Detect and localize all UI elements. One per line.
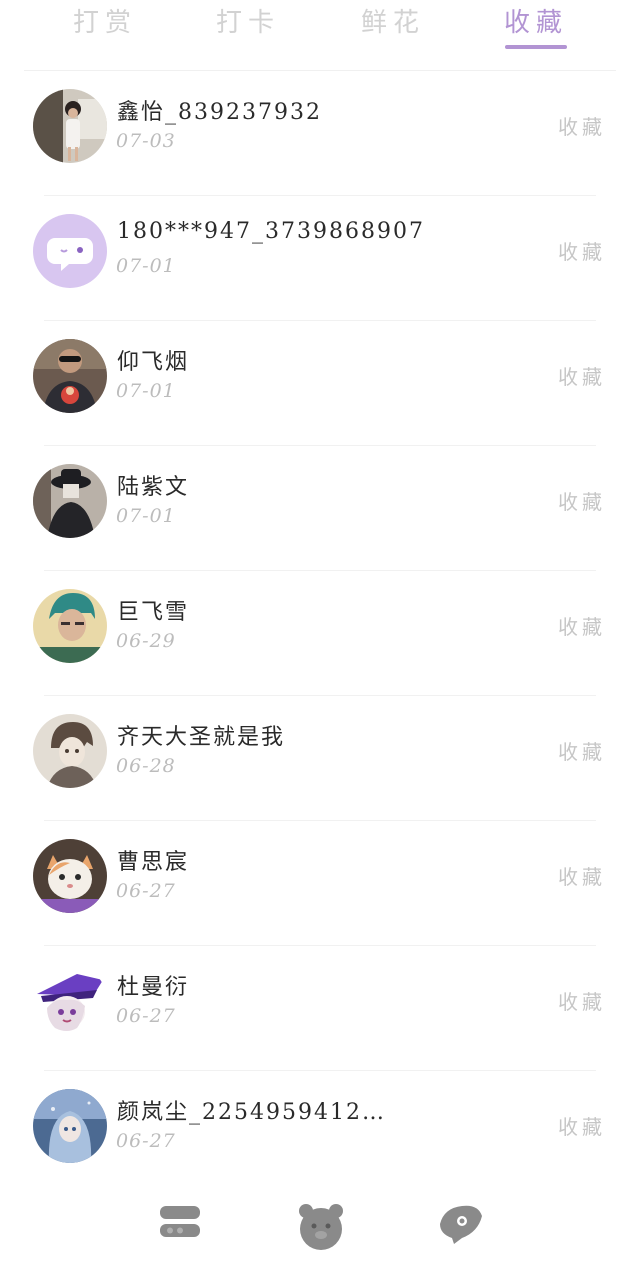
anime-blue-girl-avatar-icon — [33, 1089, 107, 1163]
favorite-date: 06-28 — [116, 755, 176, 777]
user-name: 仰飞烟 — [117, 350, 190, 375]
user-name: 杜曼衍 — [117, 975, 190, 1000]
avatar[interactable] — [33, 464, 107, 538]
favorite-button[interactable]: 收藏 — [558, 111, 606, 140]
favorite-button[interactable]: 收藏 — [558, 236, 606, 265]
favorite-button[interactable]: 收藏 — [558, 736, 606, 765]
list-item[interactable]: 杜曼衍 06-27 收藏 — [0, 946, 640, 1071]
list-item[interactable]: 巨飞雪 06-29 收藏 — [0, 571, 640, 696]
favorite-date: 07-01 — [116, 380, 176, 402]
favorite-date: 06-29 — [116, 630, 176, 652]
list-item[interactable]: 颜岚尘_2254959412… 06-27 收藏 — [0, 1071, 640, 1196]
user-name: 颜岚尘_2254959412… — [117, 1100, 386, 1125]
favorite-date: 07-03 — [116, 130, 176, 152]
avatar[interactable] — [33, 214, 107, 288]
favorite-date: 07-01 — [116, 505, 176, 527]
favorite-button[interactable]: 收藏 — [558, 986, 606, 1015]
avatar[interactable] — [33, 964, 107, 1038]
avatar[interactable] — [33, 589, 107, 663]
tab-reward[interactable]: 打赏 — [50, 2, 160, 39]
nav-home[interactable] — [158, 1202, 202, 1246]
avatar[interactable] — [33, 89, 107, 163]
default-chat-avatar-icon — [33, 214, 107, 288]
active-tab-indicator — [505, 45, 567, 49]
tab-checkin[interactable]: 打卡 — [193, 2, 303, 39]
nav-profile[interactable] — [436, 1202, 484, 1250]
favorites-list: 鑫怡_839237932 07-03 收藏 180***947_37398689… — [0, 71, 640, 1196]
leaf-heart-icon — [440, 1205, 482, 1244]
photo-hat-avatar-icon — [33, 464, 107, 538]
list-item[interactable]: 仰飞烟 07-01 收藏 — [0, 321, 640, 446]
bear-face-icon — [299, 1204, 343, 1250]
toggle-menu-icon — [160, 1206, 200, 1237]
favorite-date: 06-27 — [116, 880, 176, 902]
photo-girl-avatar-icon — [33, 89, 107, 163]
avatar[interactable] — [33, 339, 107, 413]
favorite-button[interactable]: 收藏 — [558, 611, 606, 640]
favorite-button[interactable]: 收藏 — [558, 1111, 606, 1140]
user-name: 180***947_3739868907 — [117, 219, 425, 244]
user-name: 曹思宸 — [117, 850, 190, 875]
list-item[interactable]: 鑫怡_839237932 07-03 收藏 — [0, 71, 640, 196]
user-name: 齐天大圣就是我 — [117, 725, 286, 750]
user-name: 巨飞雪 — [117, 600, 190, 625]
list-item[interactable]: 180***947_3739868907 07-01 收藏 — [0, 196, 640, 321]
tab-favorites[interactable]: 收藏 — [481, 2, 591, 39]
bottom-nav — [0, 1192, 640, 1266]
list-item[interactable]: 曹思宸 06-27 收藏 — [0, 821, 640, 946]
photo-man-sunglasses-avatar-icon — [33, 339, 107, 413]
tab-bar: 打赏 打卡 鲜花 收藏 — [0, 0, 640, 71]
avatar[interactable] — [33, 839, 107, 913]
favorite-date: 07-01 — [116, 255, 176, 277]
list-item[interactable]: 陆紫文 07-01 收藏 — [0, 446, 640, 571]
photo-cat-avatar-icon — [33, 839, 107, 913]
user-name: 陆紫文 — [117, 475, 190, 500]
avatar[interactable] — [33, 1089, 107, 1163]
nav-discover[interactable] — [294, 1202, 348, 1256]
sketch-boy-avatar-icon — [33, 714, 107, 788]
avatar[interactable] — [33, 714, 107, 788]
favorite-button[interactable]: 收藏 — [558, 361, 606, 390]
anime-purple-hat-avatar-icon — [33, 964, 107, 1038]
tab-flowers[interactable]: 鲜花 — [338, 2, 448, 39]
user-name: 鑫怡_839237932 — [117, 100, 322, 125]
favorite-date: 06-27 — [116, 1005, 176, 1027]
favorite-button[interactable]: 收藏 — [558, 486, 606, 515]
favorite-button[interactable]: 收藏 — [558, 861, 606, 890]
favorite-date: 06-27 — [116, 1130, 176, 1152]
photo-anime-green-hair-avatar-icon — [33, 589, 107, 663]
list-item[interactable]: 齐天大圣就是我 06-28 收藏 — [0, 696, 640, 821]
